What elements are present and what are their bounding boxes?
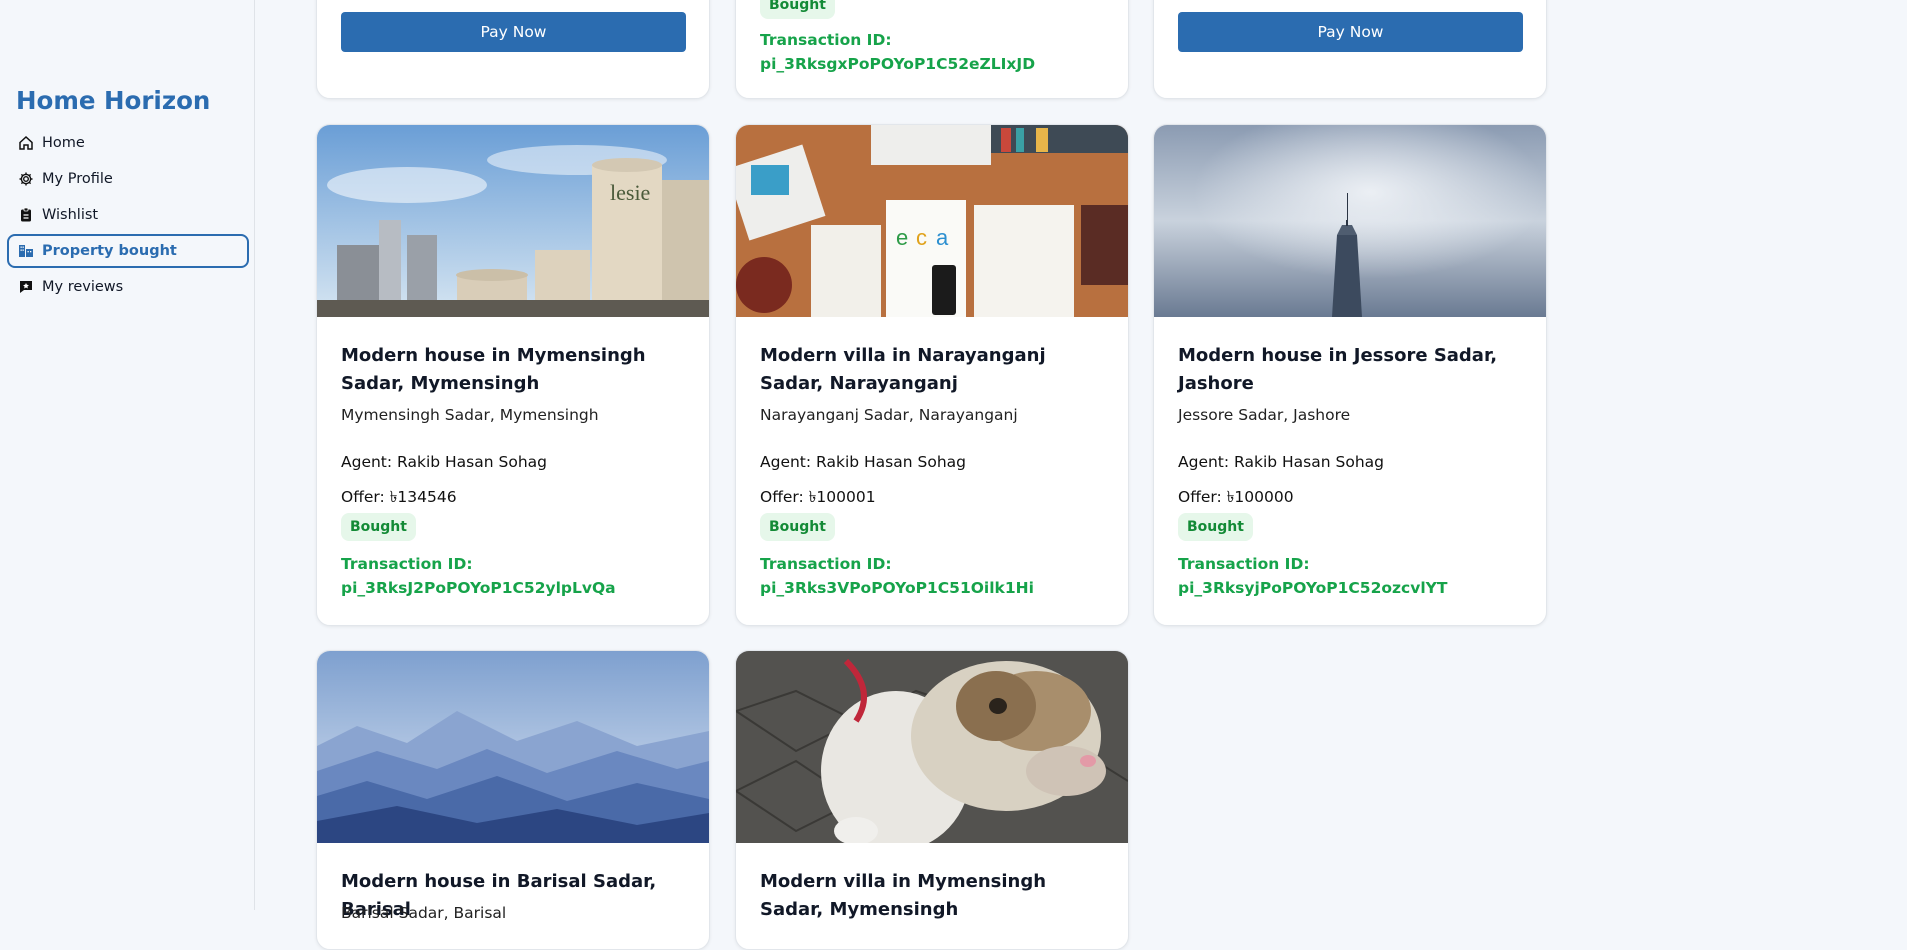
sidebar-item-label: Property bought — [42, 243, 177, 259]
transaction-label: Transaction ID: — [760, 555, 892, 573]
transaction-label: Transaction ID: — [341, 555, 473, 573]
home-icon — [18, 135, 34, 151]
svg-text:a: a — [936, 225, 949, 250]
property-card: Bought Transaction ID: pi_3RksgxPoPOYoP1… — [735, 0, 1129, 99]
property-image[interactable] — [317, 651, 709, 843]
property-card: Modern house in Barisal Sadar, Barisal B… — [316, 650, 710, 950]
property-card: Modern house in Jessore Sadar, Jashore J… — [1153, 124, 1547, 626]
offer-amount: ৳134546 — [389, 488, 457, 506]
property-image[interactable]: e c a — [736, 125, 1128, 317]
sidebar-item-wishlist[interactable]: Wishlist — [7, 198, 249, 232]
pay-now-button[interactable]: Pay Now — [341, 12, 686, 52]
card-title[interactable]: Modern villa in Narayanganj Sadar, Naray… — [760, 342, 1110, 398]
sidebar: Home Horizon Home My Profile Wishlist Pr… — [0, 0, 255, 910]
transaction-value: pi_3RksgxPoPOYoP1C52eZLIxJD — [760, 55, 1036, 73]
agent-name: Rakib Hasan Sohag — [397, 453, 547, 471]
card-offer: Offer: ৳134546 — [341, 485, 457, 511]
clipboard-icon — [18, 207, 34, 223]
transaction-id: Transaction ID: pi_3RksgxPoPOYoP1C52eZLI… — [760, 28, 1110, 76]
status-badge: Bought — [1178, 513, 1253, 541]
property-image[interactable]: lesie — [317, 125, 709, 317]
status-badge: Bought — [760, 513, 835, 541]
transaction-id: Transaction ID: pi_3RksJ2PoPOYoP1C52ylpL… — [341, 552, 691, 600]
transaction-value: pi_3Rks3VPoPOYoP1C51Oilk1Hi — [760, 579, 1034, 597]
svg-text:c: c — [916, 225, 927, 250]
status-badge: Bought — [760, 0, 835, 19]
property-card: e c a Modern villa in Narayanganj Sadar,… — [735, 124, 1129, 626]
agent-name: Rakib Hasan Sohag — [1234, 453, 1384, 471]
review-icon — [18, 279, 34, 295]
sidebar-item-my-profile[interactable]: My Profile — [7, 162, 249, 196]
card-location: Barisal Sadar, Barisal — [341, 904, 507, 922]
sidebar-nav: Home My Profile Wishlist Property bought… — [7, 126, 249, 306]
card-offer: Offer: ৳100001 — [760, 485, 876, 511]
card-agent: Agent: Rakib Hasan Sohag — [1178, 453, 1384, 471]
offer-label: Offer: — [1178, 488, 1222, 506]
property-icon — [18, 243, 34, 259]
sidebar-item-property-bought[interactable]: Property bought — [7, 234, 249, 268]
sidebar-item-label: My reviews — [42, 279, 124, 295]
card-agent: Agent: Rakib Hasan Sohag — [341, 453, 547, 471]
card-location: Narayanganj Sadar, Narayanganj — [760, 406, 1018, 424]
sidebar-item-label: Home — [42, 135, 85, 151]
card-title[interactable]: Modern villa in Mymensingh Sadar, Mymens… — [760, 868, 1110, 924]
property-image[interactable] — [736, 651, 1128, 843]
svg-text:lesie: lesie — [610, 180, 650, 205]
property-image[interactable] — [1154, 125, 1546, 317]
agent-label: Agent: — [1178, 453, 1230, 471]
transaction-value: pi_3RksJ2PoPOYoP1C52ylpLvQa — [341, 579, 616, 597]
property-card: Pay Now — [316, 0, 710, 99]
transaction-id: Transaction ID: pi_3Rks3VPoPOYoP1C51Oilk… — [760, 552, 1110, 600]
card-agent: Agent: Rakib Hasan Sohag — [760, 453, 966, 471]
offer-amount: ৳100001 — [808, 488, 876, 506]
offer-label: Offer: — [760, 488, 804, 506]
pay-now-button[interactable]: Pay Now — [1178, 12, 1523, 52]
agent-name: Rakib Hasan Sohag — [816, 453, 966, 471]
property-card: Modern villa in Mymensingh Sadar, Mymens… — [735, 650, 1129, 950]
offer-label: Offer: — [341, 488, 385, 506]
transaction-label: Transaction ID: — [1178, 555, 1310, 573]
sidebar-item-label: My Profile — [42, 171, 113, 187]
sidebar-item-home[interactable]: Home — [7, 126, 249, 160]
transaction-label: Transaction ID: — [760, 31, 892, 49]
card-title[interactable]: Modern house in Jessore Sadar, Jashore — [1178, 342, 1528, 398]
card-offer: Offer: ৳100000 — [1178, 485, 1294, 511]
card-location: Jessore Sadar, Jashore — [1178, 406, 1351, 424]
card-title[interactable]: Modern house in Mymensingh Sadar, Mymens… — [341, 342, 691, 398]
property-card: lesie Modern house in Mymensingh Sadar, … — [316, 124, 710, 626]
card-location: Mymensingh Sadar, Mymensingh — [341, 406, 599, 424]
transaction-id: Transaction ID: pi_3RksyjPoPOYoP1C52ozcv… — [1178, 552, 1528, 600]
transaction-value: pi_3RksyjPoPOYoP1C52ozcvlYT — [1178, 579, 1448, 597]
agent-label: Agent: — [760, 453, 812, 471]
sidebar-item-label: Wishlist — [42, 207, 99, 223]
brand-title[interactable]: Home Horizon — [16, 86, 210, 115]
agent-label: Agent: — [341, 453, 393, 471]
property-card: Pay Now — [1153, 0, 1547, 99]
svg-text:e: e — [896, 225, 908, 250]
gear-icon — [18, 171, 34, 187]
offer-amount: ৳100000 — [1226, 488, 1294, 506]
sidebar-item-my-reviews[interactable]: My reviews — [7, 270, 249, 304]
status-badge: Bought — [341, 513, 416, 541]
